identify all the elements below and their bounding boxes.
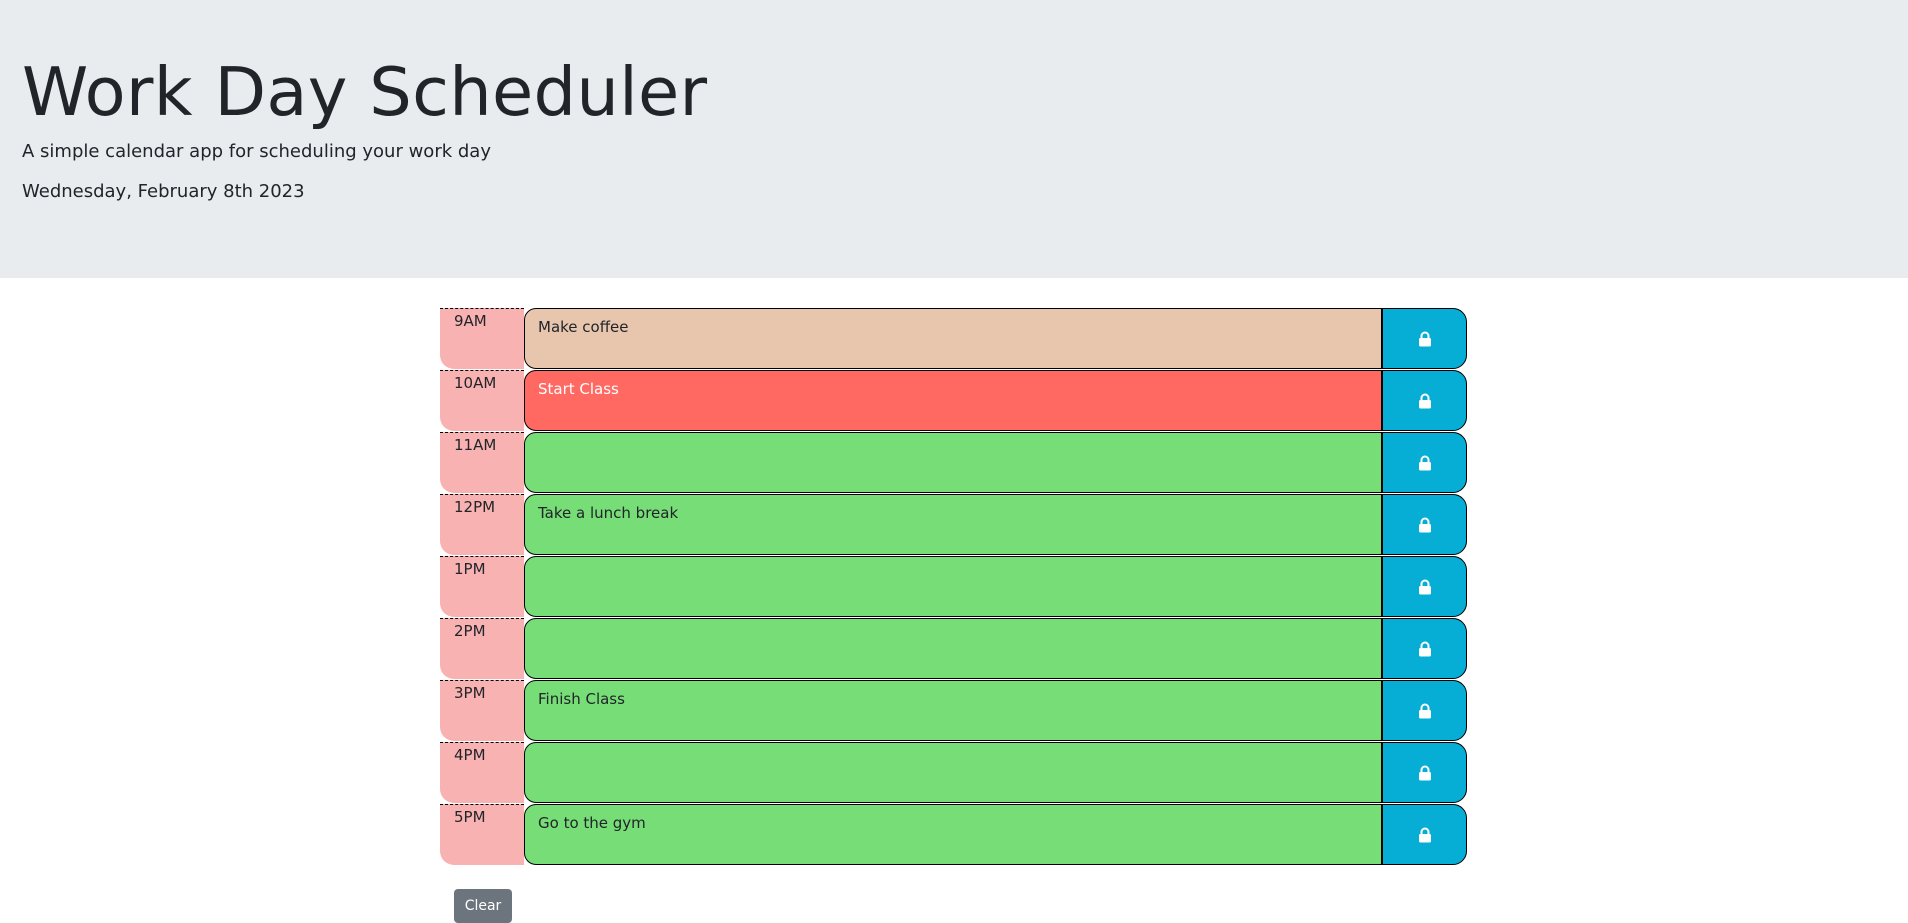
- time-block-row: 10AM Start Class: [440, 370, 1467, 431]
- event-description-input[interactable]: [524, 618, 1382, 679]
- time-block-row: 9AM Make coffee: [440, 308, 1467, 369]
- hour-label: 10AM: [440, 370, 524, 431]
- save-button[interactable]: [1382, 370, 1467, 431]
- time-block-row: 4PM: [440, 742, 1467, 803]
- event-description-input[interactable]: Make coffee: [524, 308, 1382, 369]
- time-block-list: 9AM Make coffee 10AM Start Class 11AM 12PM Tak…: [440, 308, 1467, 866]
- clear-button[interactable]: Clear: [454, 889, 512, 923]
- hour-label: 9AM: [440, 308, 524, 369]
- event-description-input[interactable]: [524, 742, 1382, 803]
- save-button[interactable]: [1382, 680, 1467, 741]
- save-button[interactable]: [1382, 308, 1467, 369]
- hour-label: 2PM: [440, 618, 524, 679]
- lock-icon: [1418, 517, 1432, 533]
- event-description-input[interactable]: Go to the gym: [524, 804, 1382, 865]
- time-block-row: 12PM Take a lunch break: [440, 494, 1467, 555]
- event-description-input[interactable]: Take a lunch break: [524, 494, 1382, 555]
- hour-label: 3PM: [440, 680, 524, 741]
- hour-label: 4PM: [440, 742, 524, 803]
- save-button[interactable]: [1382, 432, 1467, 493]
- page-title: Work Day Scheduler: [22, 53, 708, 131]
- event-description-input[interactable]: Finish Class: [524, 680, 1382, 741]
- save-button[interactable]: [1382, 494, 1467, 555]
- lock-icon: [1418, 393, 1432, 409]
- lock-icon: [1418, 641, 1432, 657]
- time-block-row: 3PM Finish Class: [440, 680, 1467, 741]
- event-description-input[interactable]: [524, 556, 1382, 617]
- lock-icon: [1418, 331, 1432, 347]
- page-header: Work Day Scheduler A simple calendar app…: [0, 0, 1908, 278]
- lock-icon: [1418, 827, 1432, 843]
- save-button[interactable]: [1382, 556, 1467, 617]
- hour-label: 12PM: [440, 494, 524, 555]
- lock-icon: [1418, 703, 1432, 719]
- hour-label: 11AM: [440, 432, 524, 493]
- lock-icon: [1418, 455, 1432, 471]
- save-button[interactable]: [1382, 742, 1467, 803]
- current-date: Wednesday, February 8th 2023: [22, 181, 305, 202]
- event-description-input[interactable]: [524, 432, 1382, 493]
- hour-label: 1PM: [440, 556, 524, 617]
- save-button[interactable]: [1382, 804, 1467, 865]
- time-block-row: 1PM: [440, 556, 1467, 617]
- time-block-row: 2PM: [440, 618, 1467, 679]
- page-subtitle: A simple calendar app for scheduling you…: [22, 141, 491, 162]
- lock-icon: [1418, 579, 1432, 595]
- time-block-row: 5PM Go to the gym: [440, 804, 1467, 865]
- save-button[interactable]: [1382, 618, 1467, 679]
- lock-icon: [1418, 765, 1432, 781]
- time-block-row: 11AM: [440, 432, 1467, 493]
- event-description-input[interactable]: Start Class: [524, 370, 1382, 431]
- hour-label: 5PM: [440, 804, 524, 865]
